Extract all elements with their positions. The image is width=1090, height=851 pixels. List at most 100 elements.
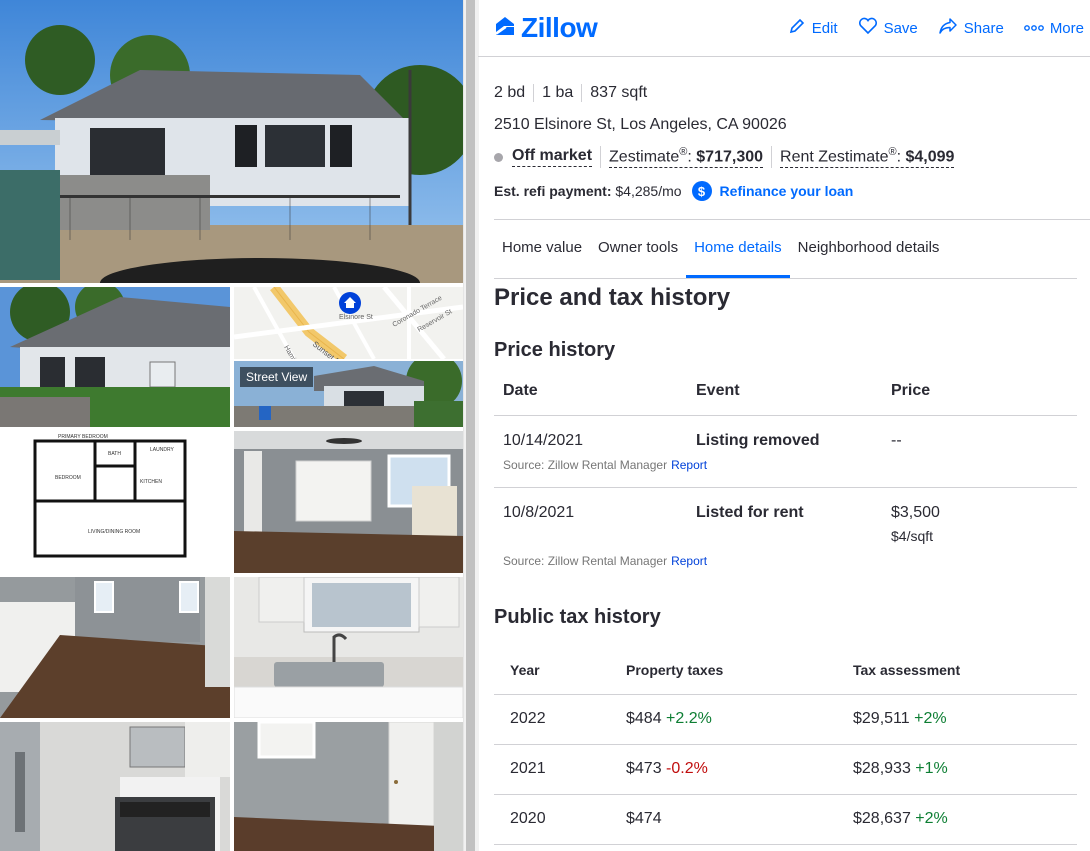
assessment-change: +2% — [915, 810, 948, 827]
property-tax: $484 +2.2% — [626, 710, 712, 728]
top-bar: Zillow Edit Save Share More — [478, 0, 1090, 57]
row-price-per-sqft: $4/sqft — [891, 528, 934, 544]
divider — [600, 146, 602, 169]
source-text: Source: Zillow Rental Manager — [503, 458, 668, 472]
share-icon — [938, 17, 958, 39]
svg-text:KITCHEN: KITCHEN — [140, 479, 162, 485]
tab-neighborhood-details[interactable]: Neighborhood details — [790, 220, 948, 278]
rent-zestimate[interactable]: Rent Zestimate®: $4,099 — [780, 146, 955, 169]
main-house-photo[interactable] — [0, 0, 463, 283]
table-row: 10/14/2021 Listing removed -- Source: Zi… — [494, 416, 1077, 488]
property-tax: $473 -0.2% — [626, 760, 708, 778]
rent-zestimate-value: $4,099 — [905, 148, 955, 166]
row-date: 10/14/2021 — [503, 432, 584, 449]
price-history-title: Price history — [494, 339, 616, 361]
tax-change: +2.2% — [666, 710, 712, 727]
price-history-table: Date Event Price 10/14/2021 Listing remo… — [494, 368, 1077, 584]
street-view-thumbnail[interactable]: Street View — [234, 361, 463, 427]
column-header: Property taxes — [626, 662, 724, 678]
detail-tabs: Home value Owner tools Home details Neig… — [494, 220, 1077, 279]
photo-gallery: Sunset Blvd Elsinore St Coronado Terrace… — [0, 0, 463, 851]
svg-text:PRIMARY BEDROOM: PRIMARY BEDROOM — [58, 434, 108, 440]
report-link[interactable]: Report — [671, 554, 707, 568]
svg-text:BATH: BATH — [108, 451, 121, 457]
share-label: Share — [963, 19, 1004, 37]
kitchen-sink-photo[interactable] — [234, 577, 463, 718]
bedroom-photo[interactable] — [0, 577, 230, 718]
pencil-icon — [788, 17, 806, 39]
table-row: 2021 $473 -0.2% $28,933 +1% — [494, 745, 1077, 795]
kitchen-stove-photo[interactable] — [0, 722, 230, 851]
tax-history-table: Year Property taxes Tax assessment 2022 … — [494, 646, 1077, 845]
save-label: Save — [883, 19, 918, 37]
svg-text:Elsinore St: Elsinore St — [339, 314, 373, 321]
tab-home-details[interactable]: Home details — [686, 220, 790, 278]
edit-button[interactable]: Edit — [788, 17, 838, 39]
room-door-photo[interactable] — [234, 722, 463, 851]
assessment-amount: $28,933 — [853, 760, 911, 777]
tax-change: -0.2% — [666, 760, 708, 777]
tax-assessment: $28,933 +1% — [853, 760, 948, 778]
row-event: Listed for rent — [696, 504, 804, 521]
home-details-panel: Zillow Edit Save Share More 2 bd 1 ba 83… — [478, 0, 1090, 851]
assessment-change: +1% — [915, 760, 948, 777]
tab-owner-tools[interactable]: Owner tools — [590, 220, 686, 278]
row-price: -- — [891, 432, 902, 449]
column-header: Date — [503, 382, 538, 399]
report-link[interactable]: Report — [671, 458, 707, 472]
tax-history-title: Public tax history — [494, 606, 661, 628]
street-view-label: Street View — [240, 367, 314, 387]
status-row: Off market Zestimate®: $717,300 Rent Zes… — [494, 146, 955, 169]
tax-assessment: $29,511 +2% — [853, 710, 947, 728]
row-source: Source: Zillow Rental Manager Report — [503, 554, 707, 568]
exterior-photo[interactable] — [0, 287, 230, 427]
tax-year: 2020 — [510, 810, 546, 827]
table-header: Date Event Price — [494, 368, 1077, 416]
status-badge[interactable]: Off market — [512, 147, 593, 168]
row-event: Listing removed — [696, 432, 820, 449]
assessment-change: +2% — [914, 710, 947, 727]
tax-amount: $484 — [626, 710, 662, 727]
svg-text:LIVING/DINING ROOM: LIVING/DINING ROOM — [88, 529, 140, 535]
assessment-amount: $29,511 — [853, 710, 910, 727]
table-row: 2022 $484 +2.2% $29,511 +2% — [494, 695, 1077, 745]
more-dots-icon — [1023, 20, 1044, 37]
address: 2510 Elsinore St, Los Angeles, CA 90026 — [494, 116, 787, 133]
tax-assessment: $28,637 +2% — [853, 810, 948, 828]
zillow-logo[interactable]: Zillow — [493, 12, 598, 44]
floor-plan-photo[interactable]: BEDROOM KITCHEN LIVING/DINING ROOM PRIMA… — [0, 431, 230, 573]
tax-year: 2022 — [510, 710, 546, 727]
divider — [771, 146, 773, 169]
gallery-scroll-thumb[interactable] — [466, 0, 475, 851]
table-header: Year Property taxes Tax assessment — [494, 646, 1077, 695]
more-label: More — [1049, 19, 1084, 37]
table-row: 2020 $474 $28,637 +2% — [494, 795, 1077, 845]
zestimate[interactable]: Zestimate®: $717,300 — [609, 146, 764, 169]
map-thumbnail[interactable]: Sunset Blvd Elsinore St Coronado Terrace… — [234, 287, 463, 359]
svg-text:BEDROOM: BEDROOM — [55, 475, 81, 481]
living-room-photo[interactable] — [234, 431, 463, 573]
row-date: 10/8/2021 — [503, 504, 575, 521]
table-row: 10/8/2021 Listed for rent $3,500 $4/sqft… — [494, 488, 1077, 584]
home-facts: 2 bd 1 ba 837 sqft — [494, 84, 655, 102]
beds-value: 2 bd — [494, 84, 526, 101]
refinance-link[interactable]: Refinance your loan — [720, 183, 854, 199]
baths-value: 1 ba — [533, 84, 581, 102]
share-button[interactable]: Share — [938, 17, 1004, 39]
save-button[interactable]: Save — [858, 17, 918, 39]
more-button[interactable]: More — [1023, 17, 1084, 39]
zillow-logo-icon — [493, 14, 517, 43]
refi-row: Est. refi payment: $4,285/mo $ Refinance… — [494, 181, 853, 201]
tax-amount: $474 — [626, 810, 662, 827]
row-price: $3,500 — [891, 504, 940, 521]
refi-value: $4,285/mo — [615, 183, 682, 199]
tax-year: 2021 — [510, 760, 546, 777]
column-header: Tax assessment — [853, 662, 961, 678]
tab-home-value[interactable]: Home value — [494, 220, 590, 278]
rent-zestimate-label: Rent Zestimate — [780, 148, 889, 166]
column-header: Year — [510, 662, 540, 678]
section-title: Price and tax history — [494, 284, 731, 311]
row-source: Source: Zillow Rental Manager Report — [503, 458, 707, 472]
property-tax: $474 — [626, 810, 662, 828]
assessment-amount: $28,637 — [853, 810, 911, 827]
